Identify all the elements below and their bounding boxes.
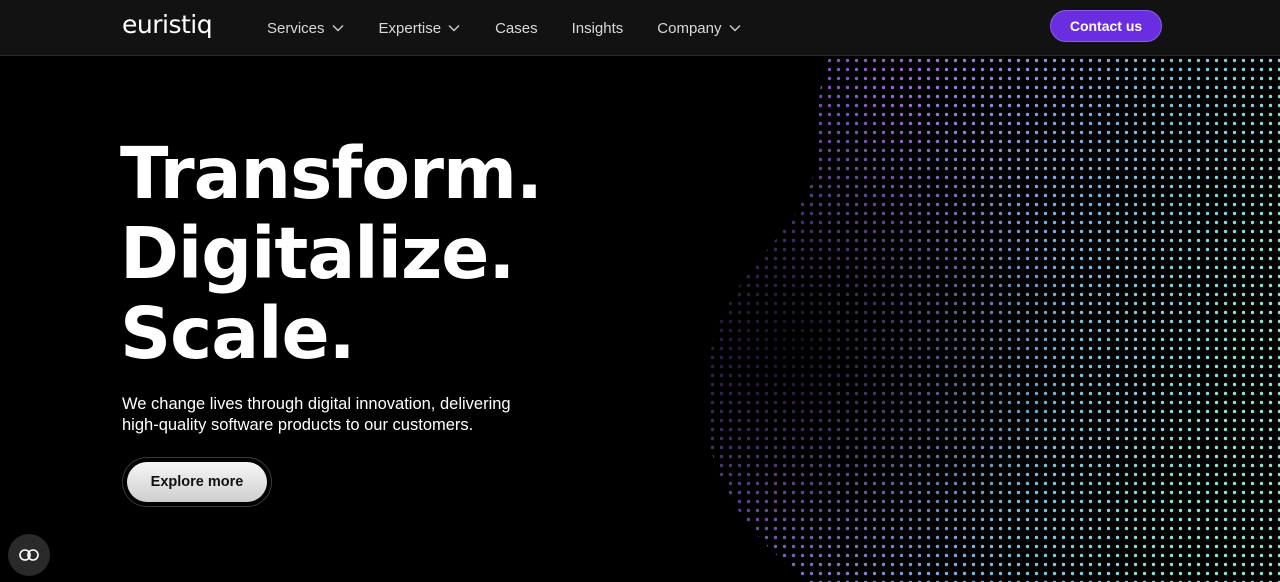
accessibility-toggle-button[interactable] — [8, 534, 50, 576]
explore-more-button-frame: Explore more — [122, 457, 272, 507]
chevron-down-icon — [448, 25, 460, 32]
particle-sphere-graphic — [704, 56, 1280, 582]
accessibility-toggle-icon — [19, 549, 39, 561]
nav-item-label: Company — [657, 19, 722, 37]
nav-item-cases[interactable]: Cases — [495, 20, 538, 37]
hero-headline: Transform. Digitalize. Scale. — [120, 132, 543, 375]
contact-us-button[interactable]: Contact us — [1050, 10, 1162, 42]
explore-more-button[interactable]: Explore more — [127, 462, 267, 502]
main-menu: Services Expertise Cases Insights Compan… — [267, 0, 776, 56]
nav-item-label: Insights — [571, 19, 624, 37]
chevron-down-icon — [332, 25, 344, 32]
nav-item-expertise[interactable]: Expertise — [379, 20, 462, 37]
hero-subtitle: We change lives through digital innovati… — [122, 395, 511, 434]
nav-item-label: Cases — [495, 19, 538, 37]
headline-line: Digitalize. — [120, 212, 515, 295]
nav-item-insights[interactable]: Insights — [572, 20, 624, 37]
nav-item-services[interactable]: Services — [267, 20, 345, 37]
nav-item-label: Services — [267, 19, 325, 37]
nav-item-company[interactable]: Company — [657, 20, 741, 37]
headline-line: Transform. — [120, 132, 543, 215]
chevron-down-icon — [729, 25, 740, 32]
headline-line: Scale. — [120, 292, 356, 375]
nav-item-label: Expertise — [378, 19, 442, 37]
euristiq-logo[interactable]: euristiq — [122, 10, 213, 39]
top-navigation: euristiq Services Expertise Cases Insigh… — [0, 0, 1280, 56]
